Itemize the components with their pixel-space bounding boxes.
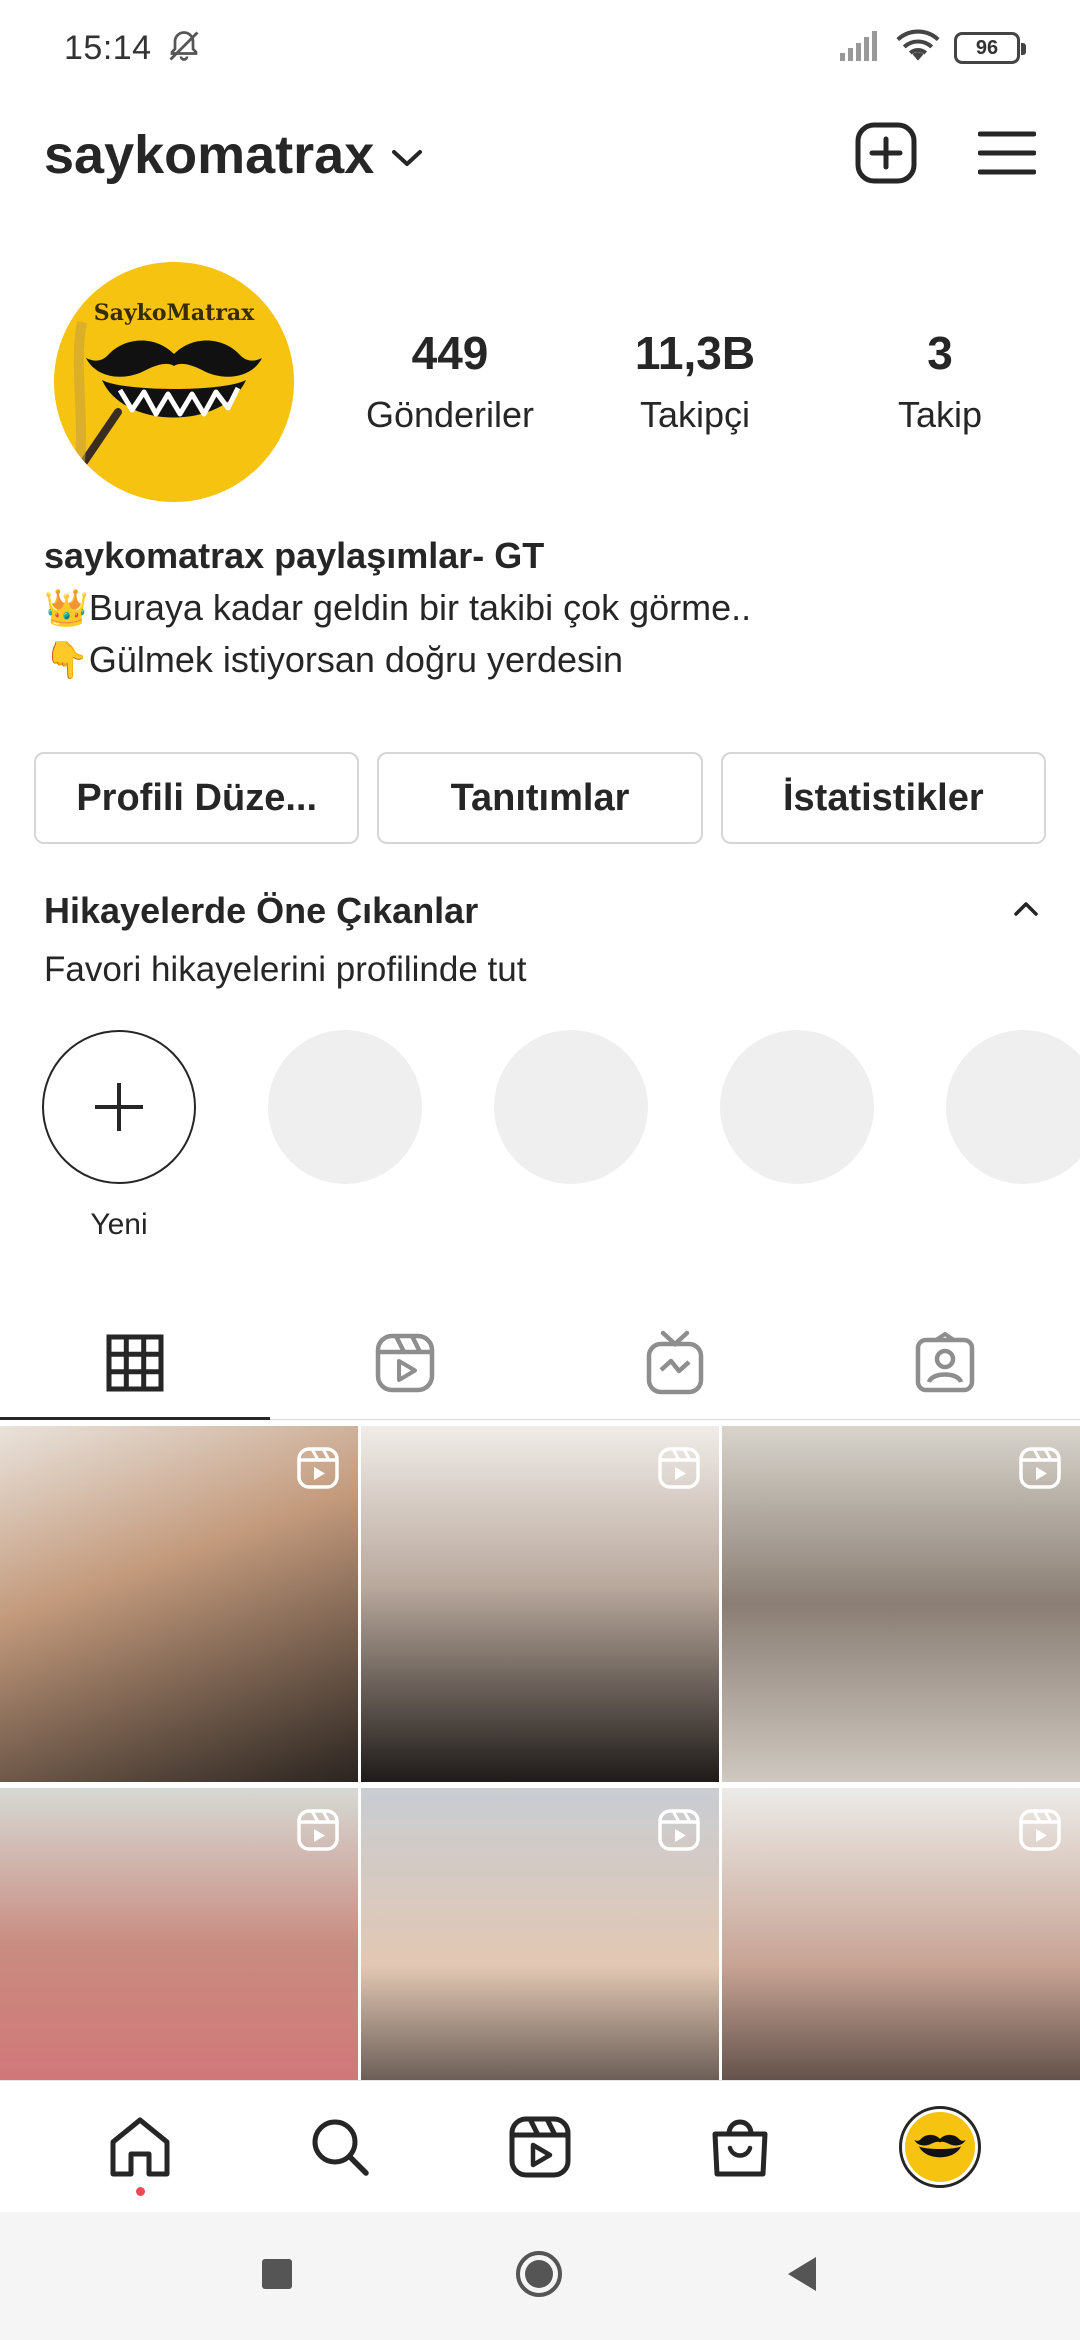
reels-badge-icon <box>296 1808 340 1857</box>
home-button-icon[interactable] <box>514 2249 564 2304</box>
edit-profile-button[interactable]: Profili Düze... <box>34 752 360 844</box>
highlights-subtitle: Favori hikayelerini profilinde tut <box>44 950 527 989</box>
bio-display-name: saykomatrax paylaşımlar- GT <box>44 535 545 576</box>
highlight-placeholder <box>720 1030 874 1242</box>
chevron-down-icon[interactable] <box>390 147 424 174</box>
highlight-placeholder <box>268 1030 422 1242</box>
do-not-disturb-icon <box>166 28 202 69</box>
account-username[interactable]: saykomatrax <box>44 124 374 186</box>
reels-badge-icon <box>1018 1808 1062 1857</box>
bio-line: 👇Gülmek istiyorsan doğru yerdesin <box>44 639 624 680</box>
back-icon[interactable] <box>784 2255 820 2298</box>
tab-igtv[interactable] <box>540 1306 810 1419</box>
profile-section: SaykoMatrax 449 Gönderiler 11,3B Takipçi… <box>0 262 1080 502</box>
new-highlight-circle[interactable] <box>42 1030 196 1184</box>
profile-avatar[interactable]: SaykoMatrax <box>54 262 294 502</box>
profile-action-buttons: Profili Düze... Tanıtımlar İstatistikler <box>34 752 1046 844</box>
header-actions <box>854 121 1037 190</box>
nav-search[interactable] <box>280 2092 400 2202</box>
followers-count: 11,3B <box>634 327 756 379</box>
system-navigation-bar <box>0 2212 1080 2340</box>
story-highlights-header: Hikayelerde Öne Çıkanlar Favori hikayele… <box>44 890 1040 990</box>
post-thumbnail[interactable] <box>0 1426 358 1782</box>
post-thumbnail[interactable] <box>361 1426 719 1782</box>
posts-count: 449 <box>411 327 489 379</box>
highlight-placeholder <box>946 1030 1080 1242</box>
status-right: 96 <box>840 29 1026 68</box>
highlight-placeholder-circle <box>268 1030 422 1184</box>
signal-icon <box>840 30 882 66</box>
grid-icon <box>106 1334 164 1391</box>
highlight-placeholder-circle <box>946 1030 1080 1184</box>
new-highlight-label: Yeni <box>90 1208 148 1241</box>
status-left: 15:14 <box>64 28 202 69</box>
reels-icon <box>375 1333 435 1392</box>
wifi-icon <box>896 29 940 68</box>
profile-avatar-small <box>899 2105 981 2188</box>
chevron-up-icon[interactable] <box>1012 900 1040 923</box>
plus-icon <box>95 1083 143 1131</box>
nav-shop[interactable] <box>680 2092 800 2202</box>
reels-badge-icon <box>657 1808 701 1857</box>
igtv-icon <box>646 1330 704 1394</box>
following-count: 3 <box>927 327 953 379</box>
story-highlights: Yeni <box>42 1030 1080 1242</box>
new-post-icon[interactable] <box>854 121 918 190</box>
shop-icon <box>712 2119 768 2176</box>
profile-bio: saykomatrax paylaşımlar- GT 👑Buraya kada… <box>44 530 1044 686</box>
following-label: Takip <box>897 394 983 435</box>
posts-label: Gönderiler <box>365 394 535 435</box>
recents-icon[interactable] <box>260 2257 294 2296</box>
home-icon <box>110 2117 170 2176</box>
post-thumbnail[interactable] <box>722 1426 1080 1782</box>
tab-posts-grid[interactable] <box>0 1306 270 1420</box>
following-stat[interactable]: 3 Takip <box>840 326 1040 436</box>
reels-icon <box>509 2116 571 2177</box>
status-bar: 15:14 96 <box>0 0 1080 96</box>
bio-line: 👑Buraya kadar geldin bir takibi çok görm… <box>44 587 752 628</box>
posts-stat[interactable]: 449 Gönderiler <box>350 326 550 436</box>
search-icon <box>312 2119 369 2176</box>
profile-header: saykomatrax <box>0 110 1080 200</box>
nav-home[interactable] <box>80 2092 200 2202</box>
reels-badge-icon <box>1018 1446 1062 1495</box>
followers-label: Takipçi <box>639 394 751 435</box>
tab-reels[interactable] <box>270 1306 540 1419</box>
tagged-icon <box>915 1331 975 1392</box>
notification-dot <box>136 2186 145 2196</box>
nav-profile[interactable] <box>880 2092 1000 2202</box>
bottom-navigation <box>0 2080 1080 2212</box>
highlight-placeholder <box>494 1030 648 1242</box>
mustache-smile-logo <box>73 321 262 466</box>
tab-tagged[interactable] <box>810 1306 1080 1419</box>
reels-badge-icon <box>296 1446 340 1495</box>
highlight-placeholder-circle <box>720 1030 874 1184</box>
reels-badge-icon <box>657 1446 701 1495</box>
highlights-title: Hikayelerde Öne Çıkanlar <box>44 890 479 931</box>
status-time: 15:14 <box>64 28 152 67</box>
battery-indicator: 96 <box>954 32 1026 64</box>
profile-tabs <box>0 1306 1080 1420</box>
nav-reels[interactable] <box>480 2092 600 2202</box>
followers-stat[interactable]: 11,3B Takipçi <box>595 326 795 436</box>
posts-grid <box>0 1426 1080 2144</box>
profile-stats: 449 Gönderiler 11,3B Takipçi 3 Takip <box>350 326 1040 436</box>
avatar-image <box>905 2111 975 2182</box>
new-highlight[interactable]: Yeni <box>42 1030 196 1242</box>
menu-icon[interactable] <box>977 129 1037 182</box>
highlight-placeholder-circle <box>494 1030 648 1184</box>
insights-button[interactable]: İstatistikler <box>720 752 1046 844</box>
promotions-button[interactable]: Tanıtımlar <box>377 752 703 844</box>
